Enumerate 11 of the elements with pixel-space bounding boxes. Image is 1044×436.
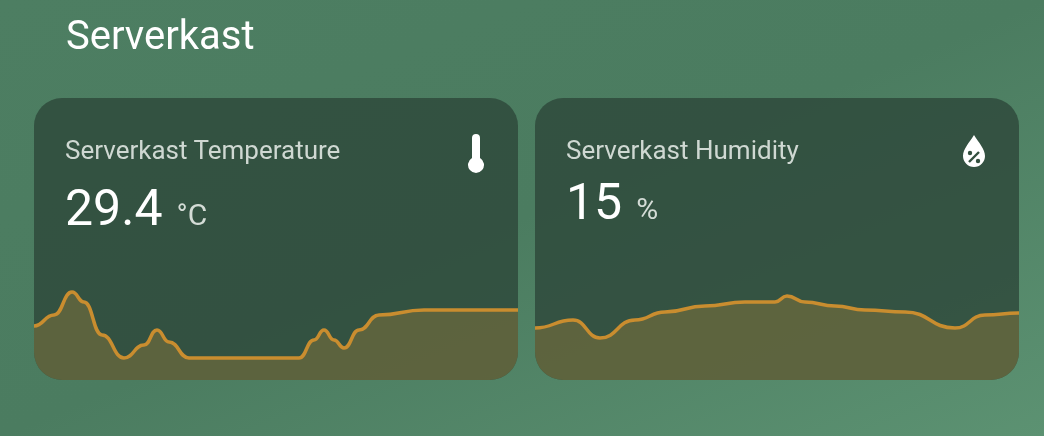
thermometer-icon [465,134,487,174]
section-title: Serverkast [66,11,255,61]
sensor-name: Serverkast Temperature [65,134,341,166]
sensor-card[interactable]: Serverkast Humidity 15 % [535,98,1019,380]
sensor-card[interactable]: Serverkast Temperature 29.4 °C [34,98,518,380]
sensor-name: Serverkast Humidity [566,134,799,166]
water-percent-icon [960,134,988,168]
sensor-value: 29.4 [65,180,163,236]
sensor-unit: °C [176,197,208,233]
sensor-value: 15 [566,174,623,230]
sensor-unit: % [636,191,659,227]
